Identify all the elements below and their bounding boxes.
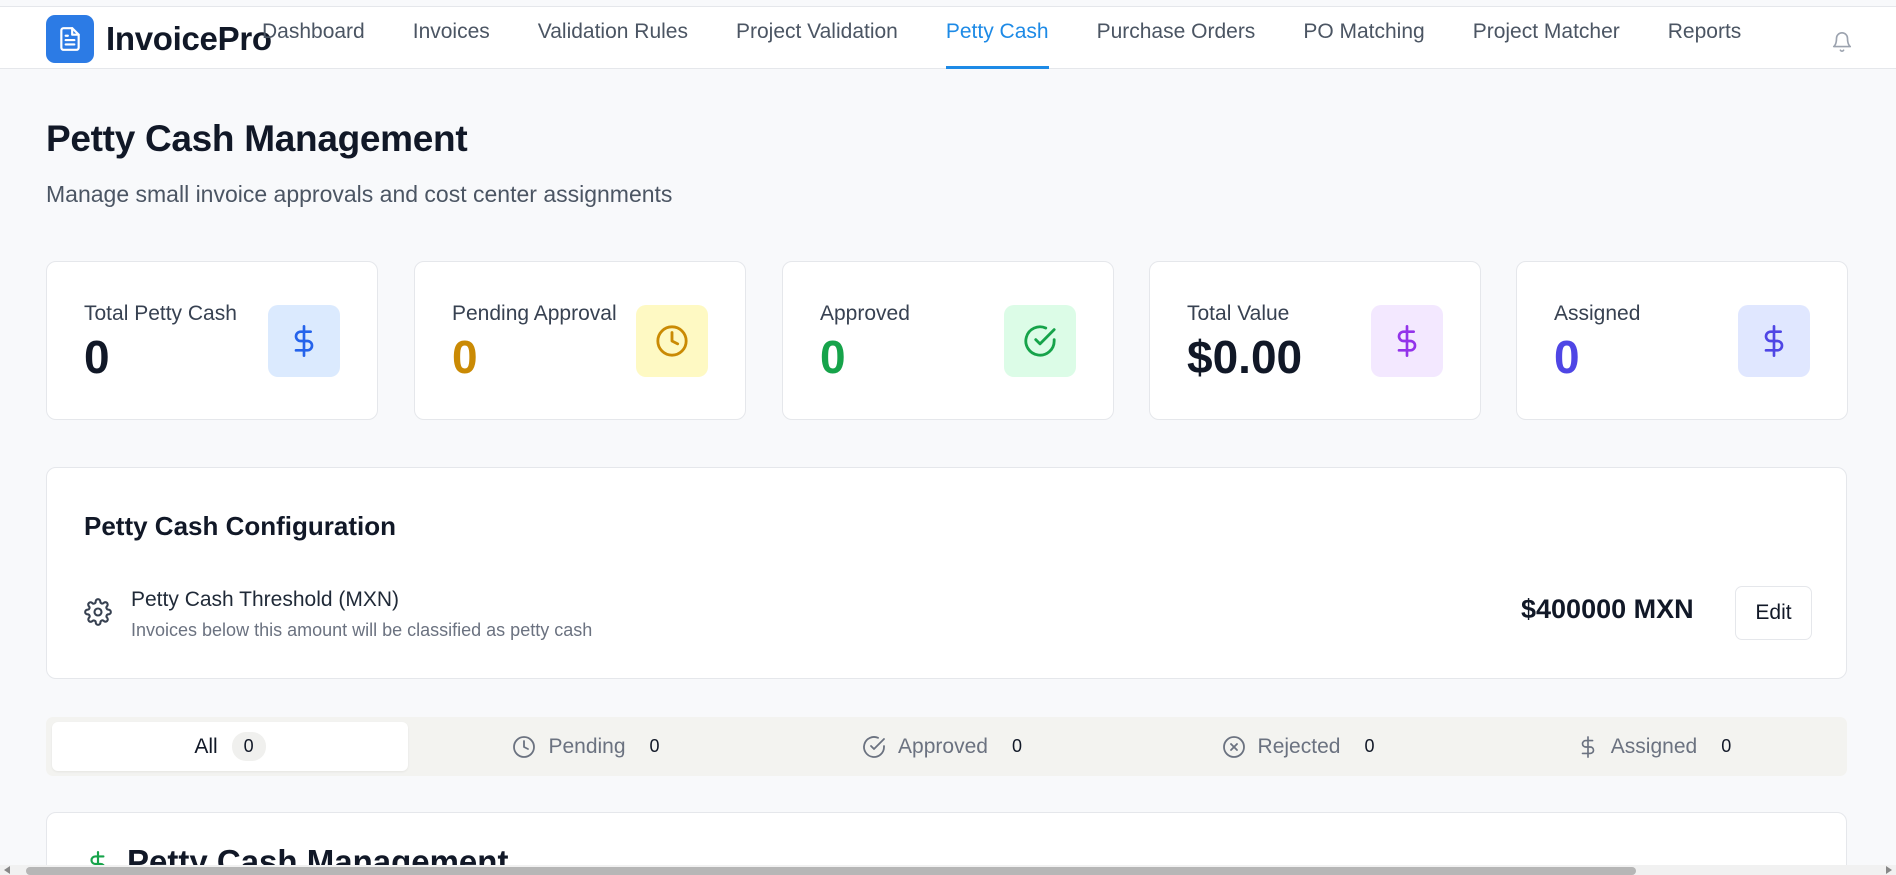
nav-item-dashboard[interactable]: Dashboard (262, 7, 365, 69)
tab-label: Rejected (1257, 734, 1341, 758)
config-title: Petty Cash Configuration (84, 511, 397, 541)
stat-value: $0.00 (1187, 331, 1303, 383)
stat-label: Total Value (1187, 302, 1290, 325)
stat-value: 0 (452, 331, 478, 383)
page-title: Petty Cash Management (46, 118, 468, 159)
stat-label: Assigned (1554, 302, 1641, 325)
top-navbar: InvoicePro Dashboard Invoices Validation… (0, 6, 1896, 69)
nav-item-project-validation[interactable]: Project Validation (736, 7, 898, 69)
dollar-icon (1577, 735, 1599, 759)
threshold-value: $400000 MXN (1521, 594, 1694, 624)
stat-card-total-value: Total Value $0.00 (1149, 261, 1481, 420)
stat-card-pending-approval: Pending Approval 0 (414, 261, 746, 420)
stat-card-assigned: Assigned 0 (1516, 261, 1848, 420)
clock-icon (512, 735, 536, 759)
tab-count: 0 (649, 736, 660, 756)
scrollbar-thumb[interactable] (26, 867, 1636, 875)
edit-threshold-button[interactable]: Edit (1735, 586, 1812, 640)
tab-pending[interactable]: Pending 0 (408, 722, 764, 771)
horizontal-scrollbar[interactable] (0, 865, 1896, 875)
stat-label: Approved (820, 302, 910, 325)
tab-label: Pending (548, 734, 626, 758)
tab-all[interactable]: All 0 (52, 722, 408, 771)
tab-approved[interactable]: Approved 0 (764, 722, 1120, 771)
scroll-right-arrow-icon[interactable] (1886, 866, 1892, 874)
nav-item-po-matching[interactable]: PO Matching (1303, 7, 1424, 69)
page-subtitle: Manage small invoice approvals and cost … (46, 181, 673, 207)
gear-icon (84, 598, 112, 631)
stat-card-approved: Approved 0 (782, 261, 1114, 420)
main-nav: Dashboard Invoices Validation Rules Proj… (262, 7, 1789, 69)
check-circle-icon (862, 735, 886, 759)
dollar-icon (1371, 305, 1443, 377)
brand[interactable]: InvoicePro (46, 15, 272, 63)
dollar-icon (268, 305, 340, 377)
document-icon (46, 15, 94, 63)
x-circle-icon (1222, 735, 1246, 759)
dollar-icon (1738, 305, 1810, 377)
bell-icon[interactable] (1831, 31, 1853, 58)
threshold-description: Invoices below this amount will be class… (131, 620, 593, 640)
nav-item-project-matcher[interactable]: Project Matcher (1473, 7, 1620, 69)
stat-label: Pending Approval (452, 302, 617, 325)
check-circle-icon (1004, 305, 1076, 377)
stat-value: 0 (1554, 331, 1580, 383)
threshold-label: Petty Cash Threshold (MXN) (131, 588, 400, 611)
nav-item-reports[interactable]: Reports (1668, 7, 1742, 69)
nav-item-purchase-orders[interactable]: Purchase Orders (1097, 7, 1256, 69)
nav-item-petty-cash[interactable]: Petty Cash (945, 7, 1049, 69)
petty-cash-config-card: Petty Cash Configuration Petty Cash Thre… (46, 467, 1847, 679)
tab-label: Assigned (1610, 734, 1698, 758)
stat-label: Total Petty Cash (84, 302, 237, 325)
nav-item-invoices[interactable]: Invoices (413, 7, 490, 69)
nav-item-validation-rules[interactable]: Validation Rules (538, 7, 688, 69)
tab-assigned[interactable]: Assigned 0 (1476, 722, 1832, 771)
tab-count: 0 (231, 732, 266, 761)
tab-count: 0 (1011, 736, 1022, 756)
tab-count: 0 (1364, 736, 1375, 756)
stat-value: 0 (820, 331, 846, 383)
stat-value: 0 (84, 331, 110, 383)
clock-icon (636, 305, 708, 377)
brand-name: InvoicePro (106, 20, 272, 57)
tab-label: All (194, 734, 218, 758)
stat-card-total-petty-cash: Total Petty Cash 0 (46, 261, 378, 420)
tab-count: 0 (1721, 736, 1732, 756)
tab-label: Approved (898, 734, 988, 758)
tab-rejected[interactable]: Rejected 0 (1120, 722, 1476, 771)
scroll-left-arrow-icon[interactable] (4, 866, 10, 874)
status-tabs: All 0 Pending 0 Approved 0 Rejected 0 As… (46, 717, 1847, 776)
